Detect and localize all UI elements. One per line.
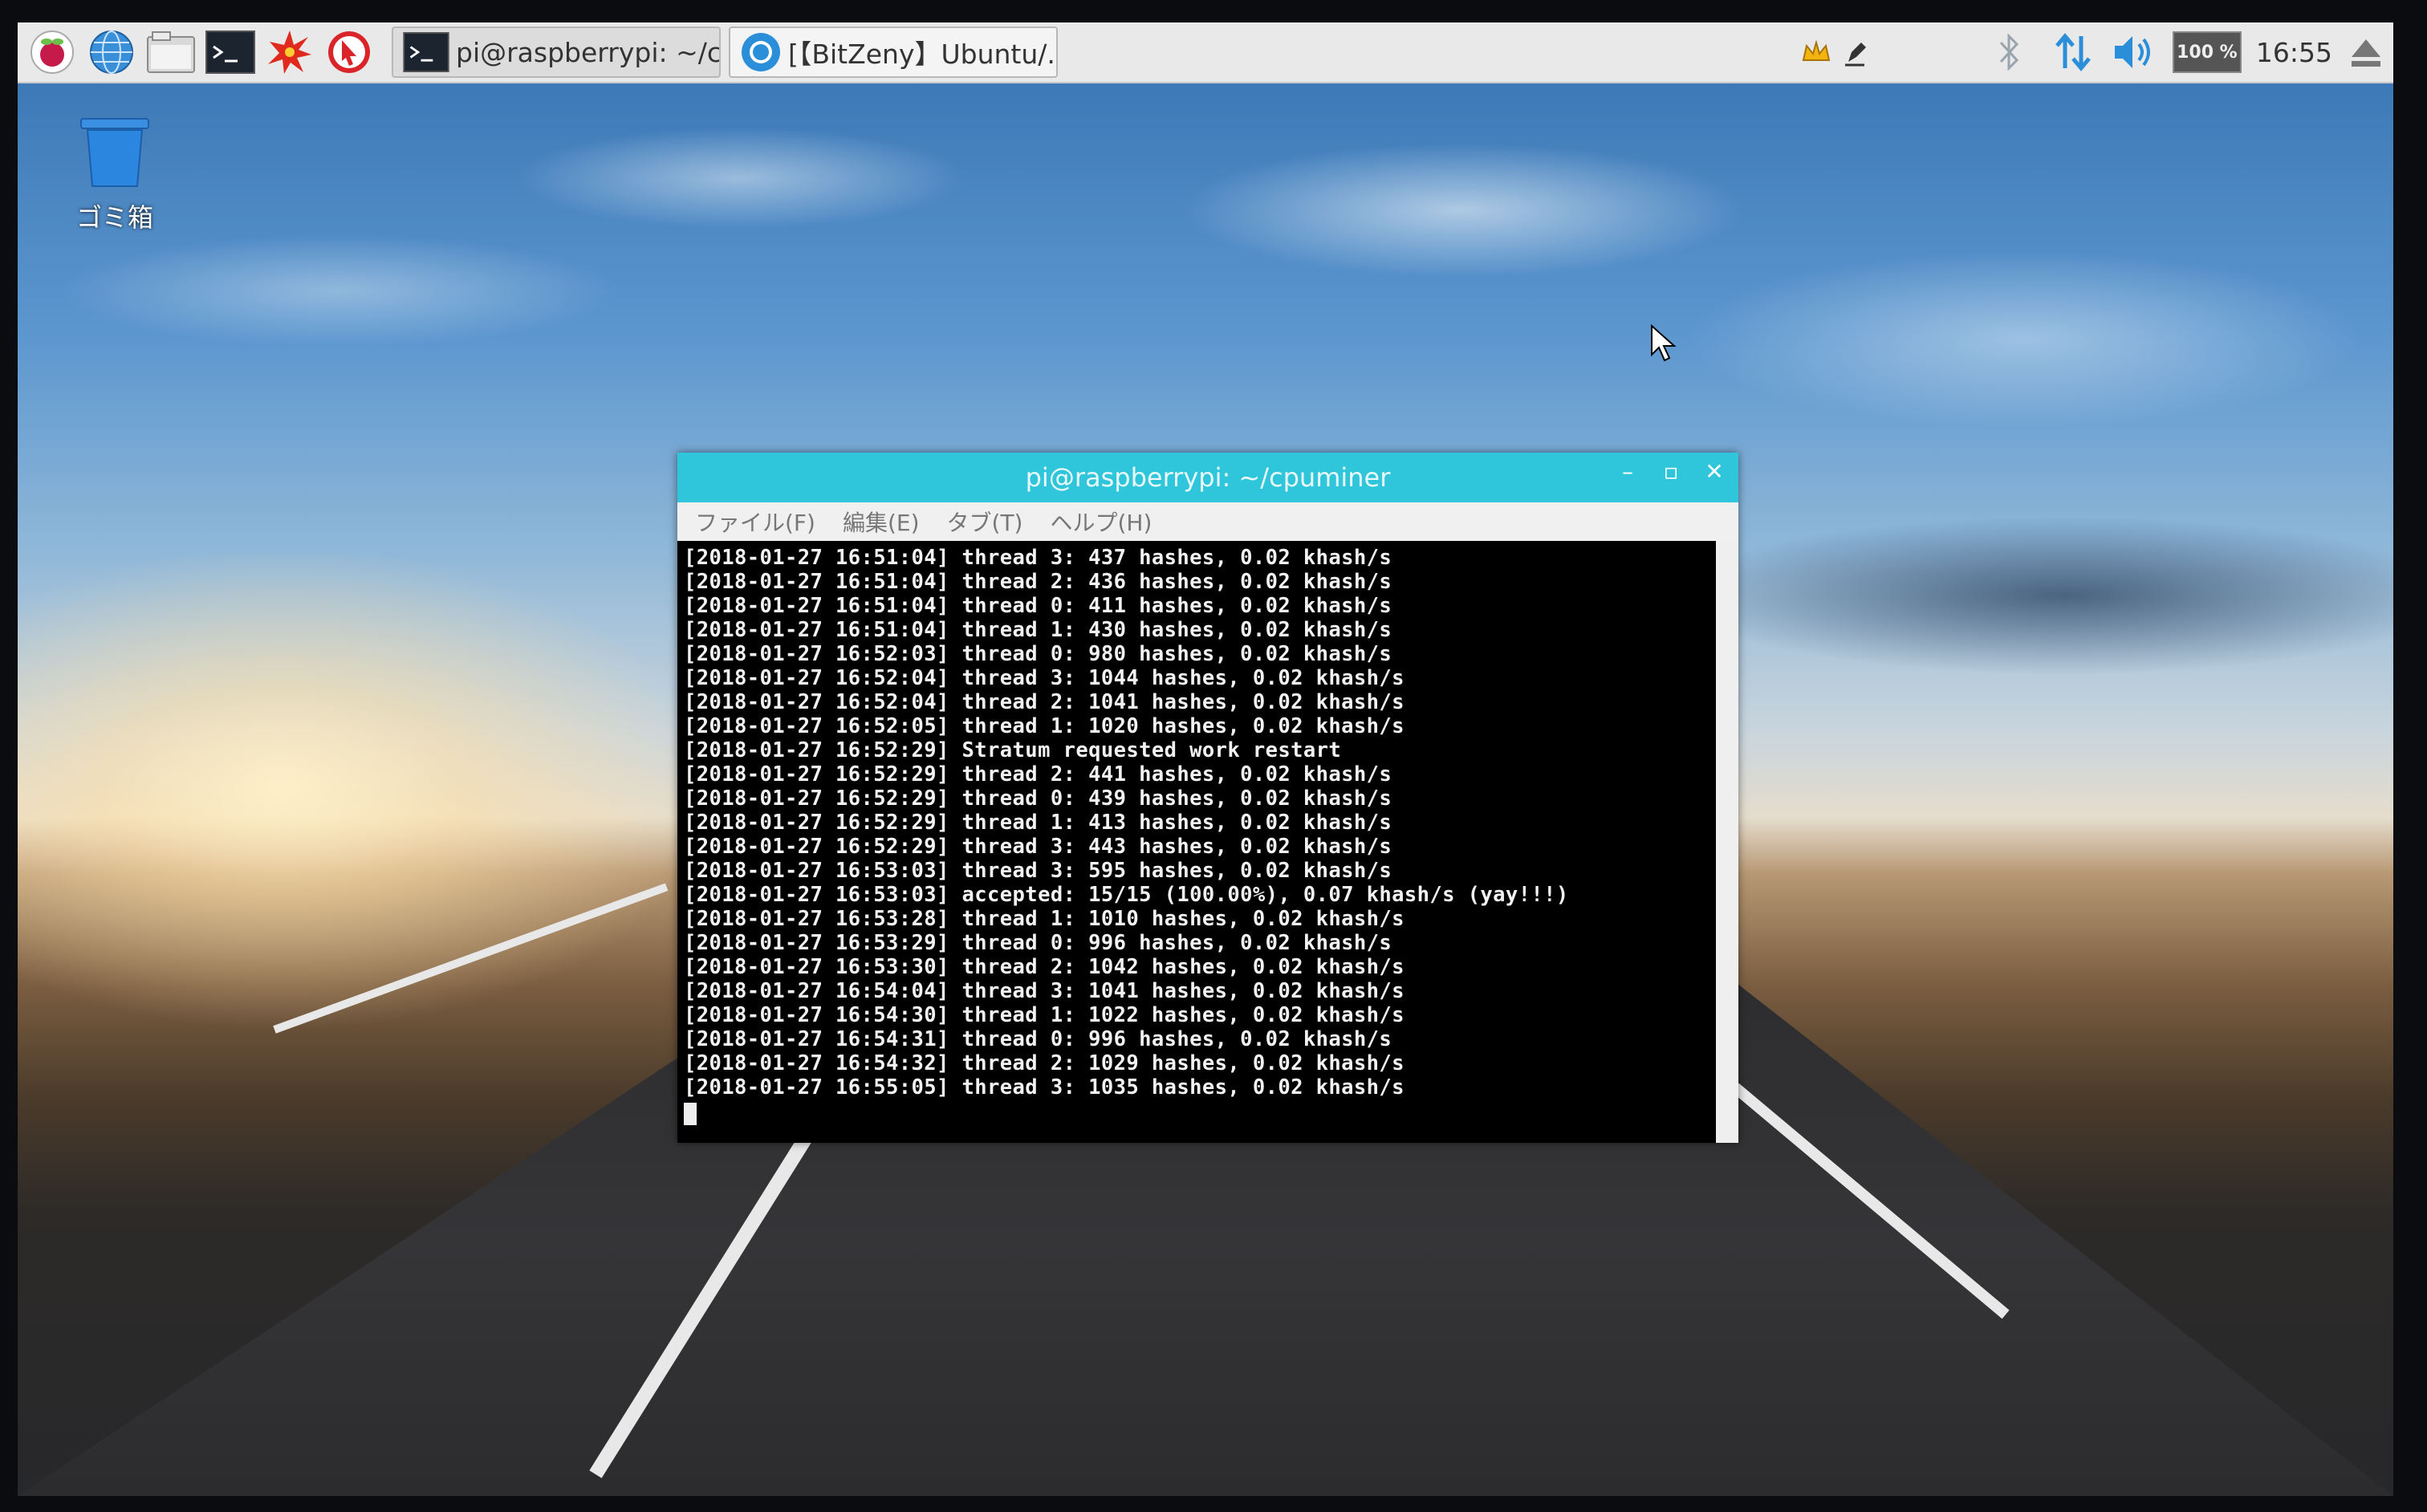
scrollbar[interactable] — [1716, 541, 1738, 1143]
browser-icon — [742, 33, 780, 71]
clock[interactable]: 16:55 — [2256, 37, 2332, 68]
terminal-icon — [403, 32, 449, 72]
output-line: [2018-01-27 16:51:04] thread 0: 411 hash… — [684, 594, 1392, 618]
desktop-screen: pi@raspberrypi: ~/cp... [【BitZeny】Ubuntu… — [18, 22, 2393, 1496]
output-line: [2018-01-27 16:54:31] thread 0: 996 hash… — [684, 1027, 1392, 1051]
output-line: [2018-01-27 16:53:03] accepted: 15/15 (1… — [684, 883, 1569, 907]
taskbar: pi@raspberrypi: ~/cp... [【BitZeny】Ubuntu… — [18, 22, 2393, 83]
output-line: [2018-01-27 16:52:03] thread 0: 980 hash… — [684, 642, 1392, 666]
folder-icon[interactable] — [146, 27, 196, 77]
task-button-browser[interactable]: [【BitZeny】Ubuntu/... — [729, 26, 1058, 78]
output-line: [2018-01-27 16:53:29] thread 0: 996 hash… — [684, 931, 1392, 955]
output-line: [2018-01-27 16:54:32] thread 2: 1029 has… — [684, 1051, 1405, 1075]
mouse-pointer-icon — [1650, 323, 1677, 366]
output-line: [2018-01-27 16:52:29] thread 0: 439 hash… — [684, 786, 1392, 811]
menu-help[interactable]: ヘルプ(H) — [1050, 506, 1152, 538]
volume-icon[interactable] — [2112, 31, 2157, 73]
output-line: [2018-01-27 16:55:05] thread 3: 1035 has… — [684, 1075, 1405, 1099]
menu-edit[interactable]: 編集(E) — [843, 506, 920, 538]
output-line: [2018-01-27 16:52:29] Stratum requested … — [684, 738, 1342, 762]
crown-icon[interactable] — [1800, 36, 1832, 68]
output-line: [2018-01-27 16:52:29] thread 3: 443 hash… — [684, 835, 1392, 859]
raspberry-menu-icon[interactable] — [27, 27, 77, 77]
text-cursor — [684, 1103, 697, 1125]
output-line: [2018-01-27 16:51:04] thread 3: 437 hash… — [684, 546, 1392, 570]
trash-icon — [80, 118, 149, 187]
output-line: [2018-01-27 16:52:29] thread 1: 413 hash… — [684, 811, 1392, 835]
terminal-icon[interactable] — [205, 27, 255, 77]
pen-icon[interactable] — [1840, 36, 1872, 68]
task-button-label: [【BitZeny】Ubuntu/... — [788, 39, 1058, 70]
output-line: [2018-01-27 16:51:04] thread 1: 430 hash… — [684, 618, 1392, 642]
menu-bar: ファイル(F) 編集(E) タブ(T) ヘルプ(H) — [677, 502, 1738, 541]
task-button-terminal[interactable]: pi@raspberrypi: ~/cp... — [392, 26, 721, 78]
output-line: [2018-01-27 16:52:05] thread 1: 1020 has… — [684, 714, 1405, 738]
output-line: [2018-01-27 16:51:04] thread 2: 436 hash… — [684, 570, 1392, 594]
output-line: [2018-01-27 16:53:30] thread 2: 1042 has… — [684, 955, 1405, 979]
output-line: [2018-01-27 16:52:04] thread 2: 1041 has… — [684, 690, 1405, 714]
output-line: [2018-01-27 16:52:04] thread 3: 1044 has… — [684, 666, 1405, 690]
task-button-label: pi@raspberrypi: ~/cp... — [456, 36, 721, 68]
output-line: [2018-01-27 16:53:28] thread 1: 1010 has… — [684, 907, 1405, 931]
terminal-output[interactable]: [2018-01-27 16:51:04] thread 3: 437 hash… — [677, 541, 1716, 1143]
output-line: [2018-01-27 16:54:30] thread 1: 1022 has… — [684, 1003, 1405, 1027]
pointer-app-icon[interactable] — [324, 27, 374, 77]
output-line: [2018-01-27 16:53:03] thread 3: 595 hash… — [684, 859, 1392, 883]
battery-indicator[interactable]: 100 % — [2172, 31, 2242, 73]
bluetooth-icon[interactable] — [1993, 31, 2025, 73]
terminal-window[interactable]: pi@raspberrypi: ~/cpuminer – ▫ ✕ ファイル(F)… — [677, 453, 1738, 1143]
minimize-icon[interactable]: – — [1616, 461, 1639, 483]
eject-icon[interactable] — [2348, 35, 2384, 70]
trash-desktop-item[interactable]: ゴミ箱 — [63, 114, 167, 234]
output-line: [2018-01-27 16:52:29] thread 2: 441 hash… — [684, 762, 1392, 786]
globe-icon[interactable] — [87, 27, 136, 77]
menu-file[interactable]: ファイル(F) — [695, 506, 815, 538]
burst-icon[interactable] — [265, 27, 315, 77]
close-icon[interactable]: ✕ — [1703, 461, 1726, 483]
window-titlebar[interactable]: pi@raspberrypi: ~/cpuminer – ▫ ✕ — [677, 453, 1738, 502]
system-tray: 100 % 16:55 — [1800, 22, 2393, 82]
menu-tabs[interactable]: タブ(T) — [947, 506, 1023, 538]
output-line: [2018-01-27 16:54:04] thread 3: 1041 has… — [684, 979, 1405, 1003]
network-arrows-icon[interactable] — [2052, 31, 2094, 73]
trash-label: ゴミ箱 — [75, 202, 153, 233]
maximize-icon[interactable]: ▫ — [1660, 461, 1682, 483]
window-title: pi@raspberrypi: ~/cpuminer — [1025, 462, 1391, 493]
